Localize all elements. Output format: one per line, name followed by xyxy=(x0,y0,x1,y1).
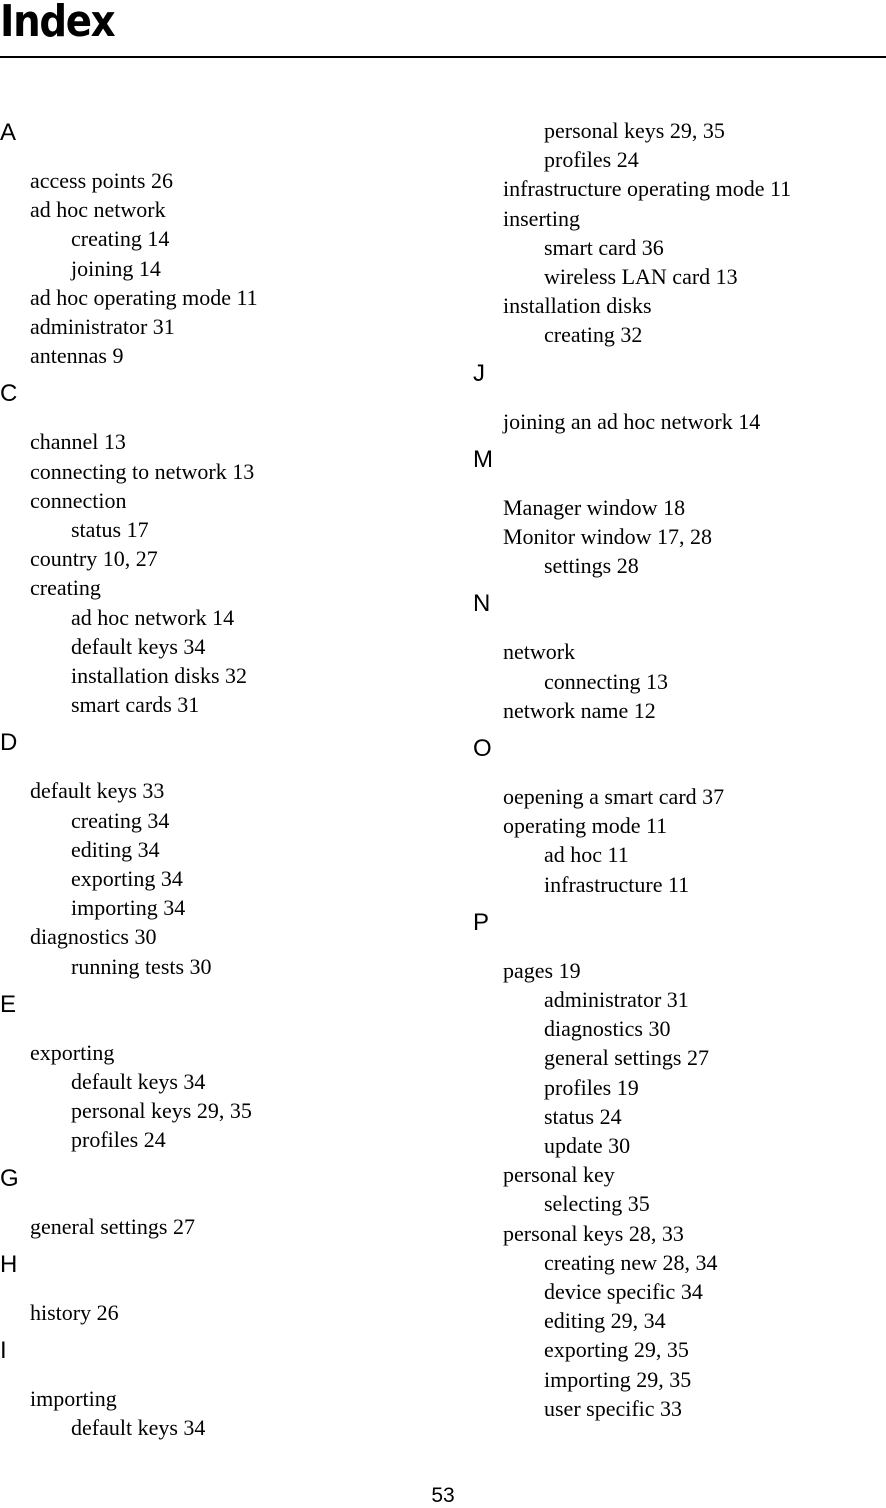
index-entry: diagnostics 30 xyxy=(30,924,157,950)
index-subentry: settings 28 xyxy=(544,553,639,579)
index-subentry: wireless LAN card 13 xyxy=(544,264,738,289)
index-entry: antennas 9 xyxy=(30,343,124,369)
index-subentry: administrator 31 xyxy=(544,987,689,1012)
index-letter-heading: N xyxy=(473,590,491,618)
index-subentry: default keys 34 xyxy=(71,633,206,659)
index-subentry: creating 14 xyxy=(71,226,170,252)
index-entry: inserting xyxy=(503,205,580,231)
index-entry: country 10, 27 xyxy=(30,546,158,572)
index-subentry: importing 29, 35 xyxy=(544,1366,692,1392)
index-entry: administrator 31 xyxy=(30,314,175,339)
index-entry: history 26 xyxy=(30,1299,119,1325)
index-letter-heading: D xyxy=(0,729,18,757)
index-subentry: connecting 13 xyxy=(544,668,669,694)
index-letter-heading: P xyxy=(473,908,490,936)
index-subentry: ad hoc network 14 xyxy=(71,604,235,630)
index-subentry: default keys 34 xyxy=(71,1415,206,1441)
index-subentry: profiles 19 xyxy=(544,1074,639,1100)
index-letter-heading: C xyxy=(0,380,18,408)
index-subentry: joining 14 xyxy=(71,255,161,281)
index-entry: general settings 27 xyxy=(30,1213,195,1239)
index-entry: ad hoc network xyxy=(30,197,166,223)
index-letter-heading: G xyxy=(0,1164,19,1192)
index-subentry: status 24 xyxy=(544,1103,622,1129)
index-subentry: default keys 34 xyxy=(71,1069,206,1094)
index-subentry: user specific 33 xyxy=(544,1395,683,1421)
index-entry: network name 12 xyxy=(503,697,656,723)
index-subentry: status 17 xyxy=(71,517,149,542)
index-entry: channel 13 xyxy=(30,429,126,455)
index-entry: default keys 33 xyxy=(30,778,165,804)
index-subentry: device specific 34 xyxy=(544,1279,703,1304)
index-letter-heading: A xyxy=(0,119,17,146)
index-subentry: exporting 34 xyxy=(71,866,183,891)
index-entry: joining an ad hoc network 14 xyxy=(503,408,761,434)
index-subentry: personal keys 29, 35 xyxy=(71,1098,252,1124)
index-subentry: profiles 24 xyxy=(544,147,639,173)
index-entry: Manager window 18 xyxy=(503,494,686,520)
index-subentry: running tests 30 xyxy=(71,953,212,979)
index-subentry: selecting 35 xyxy=(544,1191,650,1217)
index-subentry: infrastructure 11 xyxy=(544,871,690,897)
index-subentry: creating 34 xyxy=(71,807,170,833)
index-entry: creating xyxy=(30,575,101,601)
index-entry: infrastructure operating mode 11 xyxy=(503,176,792,202)
index-subentry: installation disks 32 xyxy=(71,663,247,688)
index-entry: installation disks xyxy=(503,293,652,319)
index-entry: Monitor window 17, 28 xyxy=(503,524,712,549)
index-subentry: exporting 29, 35 xyxy=(544,1337,689,1363)
page-number: 53 xyxy=(431,1484,455,1507)
index-entry: connection xyxy=(30,487,127,513)
index-entry: exporting xyxy=(30,1039,115,1065)
title-rule xyxy=(0,56,886,58)
page-title: Index xyxy=(0,0,116,47)
index-subentry: creating 32 xyxy=(544,322,643,348)
index-entry: connecting to network 13 xyxy=(30,458,255,484)
index-letter-heading: O xyxy=(473,735,492,762)
index-subentry: update 30 xyxy=(544,1133,631,1158)
index-subentry: smart card 36 xyxy=(544,234,664,260)
index-subentry: editing 34 xyxy=(71,836,160,862)
index-subentry: general settings 27 xyxy=(544,1045,709,1071)
index-subentry: profiles 24 xyxy=(71,1127,166,1153)
index-letter-heading: I xyxy=(0,1337,7,1364)
index-subentry: ad hoc 11 xyxy=(544,842,629,868)
index-subentry: editing 29, 34 xyxy=(544,1308,666,1334)
index-subentry: diagnostics 30 xyxy=(544,1016,671,1042)
index-letter-heading: H xyxy=(0,1250,18,1278)
index-entry: operating mode 11 xyxy=(503,813,668,839)
index-subentry: smart cards 31 xyxy=(71,692,200,718)
index-subentry: personal keys 29, 35 xyxy=(544,118,725,143)
index-entry: access points 26 xyxy=(30,168,173,193)
index-letter-heading: E xyxy=(0,990,17,1018)
index-entry: importing xyxy=(30,1386,117,1411)
index-entry: network xyxy=(503,639,576,665)
index-entry: personal keys 28, 33 xyxy=(503,1220,684,1246)
index-entry: oepening a smart card 37 xyxy=(503,784,725,809)
index-entry: personal key xyxy=(503,1162,615,1188)
index-entry: ad hoc operating mode 11 xyxy=(30,284,258,310)
index-entry: pages 19 xyxy=(503,957,581,983)
index-subentry: importing 34 xyxy=(71,895,186,921)
index-letter-heading: M xyxy=(473,445,493,473)
index-letter-heading: J xyxy=(473,359,485,387)
index-subentry: creating new 28, 34 xyxy=(544,1249,718,1275)
